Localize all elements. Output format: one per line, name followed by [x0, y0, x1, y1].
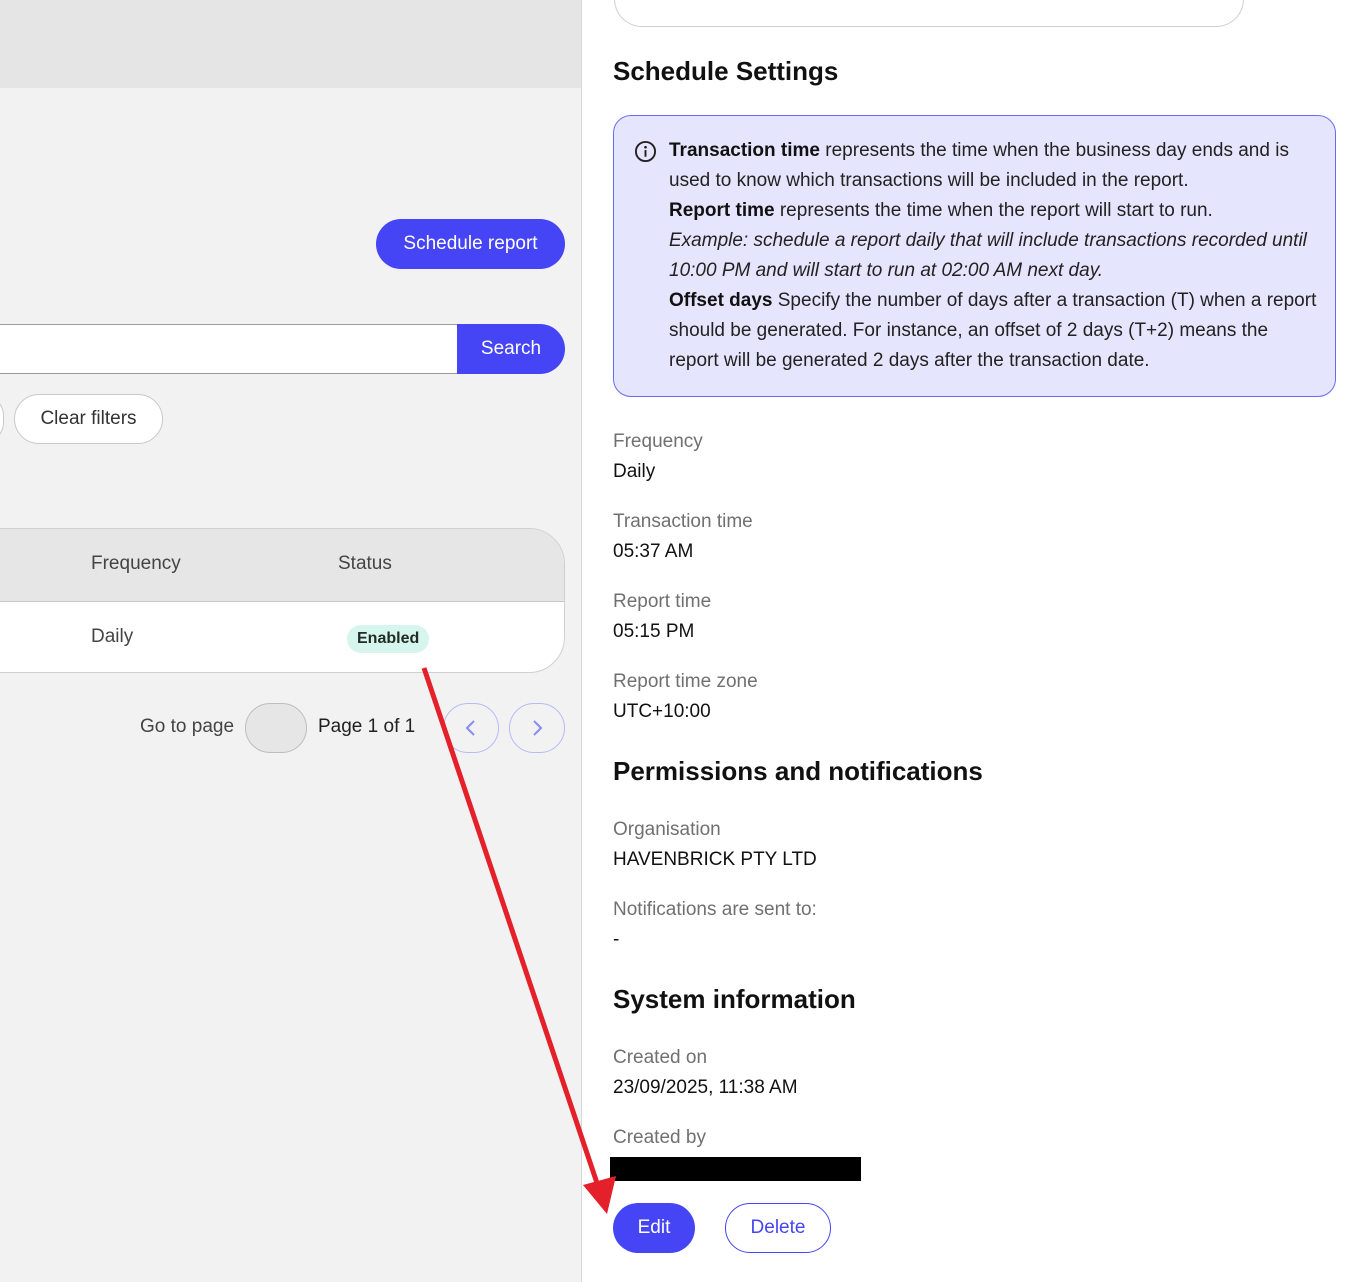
- transaction-time-value: 05:37 AM: [613, 541, 694, 562]
- table-header: Frequency Status: [0, 529, 564, 602]
- go-to-page-input[interactable]: [245, 703, 307, 753]
- search-input[interactable]: [0, 324, 458, 374]
- info-box: Transaction time represents the time whe…: [613, 115, 1336, 397]
- status-badge: Enabled: [347, 625, 430, 653]
- created-on-value: 23/09/2025, 11:38 AM: [613, 1077, 798, 1098]
- column-header-frequency[interactable]: Frequency: [91, 553, 181, 575]
- page-indicator: Page 1 of 1: [318, 716, 416, 737]
- example-text: Example: schedule a report daily that wi…: [669, 230, 1307, 281]
- search-button[interactable]: Search: [457, 324, 565, 374]
- go-to-page-label: Go to page: [140, 716, 235, 737]
- column-header-status[interactable]: Status: [338, 553, 392, 575]
- created-on-label: Created on: [613, 1047, 708, 1068]
- notifications-value: -: [613, 929, 620, 950]
- schedule-report-button[interactable]: Schedule report: [376, 219, 565, 269]
- system-information-heading: System information: [613, 984, 856, 1014]
- report-details-panel: Schedule Settings Transaction time repre…: [581, 0, 1351, 1282]
- info-icon: [634, 140, 657, 163]
- frequency-label: Frequency: [613, 431, 703, 452]
- notifications-label: Notifications are sent to:: [613, 899, 817, 920]
- top-bar: [0, 0, 582, 88]
- previous-page-button[interactable]: [443, 703, 499, 753]
- top-card: [614, 0, 1244, 27]
- created-by-label: Created by: [613, 1127, 706, 1148]
- offset-days-term: Offset days: [669, 290, 773, 311]
- organisation-value: HAVENBRICK PTY LTD: [613, 849, 817, 870]
- report-time-value: 05:15 PM: [613, 621, 695, 642]
- info-text: Transaction time represents the time whe…: [669, 136, 1317, 376]
- chevron-right-icon: [533, 720, 543, 736]
- delete-button[interactable]: Delete: [725, 1203, 831, 1253]
- chevron-left-icon: [465, 720, 475, 736]
- frequency-value: Daily: [613, 461, 656, 482]
- permissions-heading: Permissions and notifications: [613, 756, 983, 786]
- report-time-label: Report time: [613, 591, 712, 612]
- table-row[interactable]: Daily Enabled: [0, 602, 564, 672]
- reports-list-panel: Schedule report Search Clear filters Fre…: [0, 0, 582, 1282]
- created-by-redacted: [610, 1157, 861, 1181]
- clear-filters-button[interactable]: Clear filters: [14, 394, 163, 444]
- report-time-term: Report time: [669, 200, 775, 221]
- transaction-time-label: Transaction time: [613, 511, 753, 532]
- transaction-time-term: Transaction time: [669, 140, 820, 161]
- schedule-settings-heading: Schedule Settings: [613, 56, 839, 86]
- report-time-text: represents the time when the report will…: [774, 200, 1213, 221]
- filter-chip[interactable]: [0, 394, 4, 444]
- organisation-label: Organisation: [613, 819, 721, 840]
- report-time-zone-label: Report time zone: [613, 671, 758, 692]
- reports-table: Frequency Status Daily Enabled: [0, 528, 565, 673]
- report-time-zone-value: UTC+10:00: [613, 701, 711, 722]
- next-page-button[interactable]: [509, 703, 565, 753]
- cell-frequency: Daily: [91, 626, 134, 647]
- edit-button[interactable]: Edit: [613, 1203, 695, 1253]
